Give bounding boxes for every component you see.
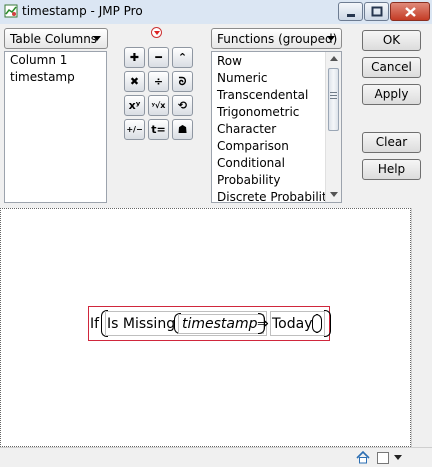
today-function[interactable]: Today: [272, 316, 313, 332]
window-title: timestamp - JMP Pro: [22, 4, 143, 18]
list-item[interactable]: Discrete Probability: [212, 189, 341, 202]
apply-button[interactable]: Apply: [362, 84, 421, 105]
list-item[interactable]: Column 1: [5, 52, 106, 69]
is-missing-function[interactable]: Is Missing: [107, 316, 175, 332]
minimize-button[interactable]: [338, 2, 363, 21]
list-item[interactable]: Character: [212, 121, 341, 138]
close-button[interactable]: [390, 2, 430, 21]
clear-button[interactable]: Clear: [362, 132, 421, 153]
app-icon: [4, 4, 18, 18]
editor-vertical-scrollbar[interactable]: [411, 208, 432, 447]
list-item[interactable]: Transcendental: [212, 87, 341, 104]
add-button[interactable]: ✚: [124, 47, 145, 68]
scroll-up-icon[interactable]: [330, 56, 338, 61]
assign-button[interactable]: t=: [148, 119, 169, 140]
help-button[interactable]: Help: [362, 159, 421, 180]
peel-button[interactable]: ☗: [172, 119, 193, 140]
local-variable-button[interactable]: ᘐ: [172, 71, 193, 92]
functions-dropdown-label: Functions (grouped): [217, 32, 338, 46]
table-columns-dropdown[interactable]: Table Columns: [4, 28, 108, 49]
ok-button[interactable]: OK: [362, 30, 421, 51]
cancel-button[interactable]: Cancel: [362, 57, 421, 78]
functions-list[interactable]: Row Numeric Transcendental Trigonometric…: [211, 51, 342, 203]
close-icon: [405, 7, 416, 17]
status-bar: [0, 447, 432, 467]
dropdown-arrow-icon[interactable]: [394, 455, 402, 460]
raise-button[interactable]: ⌃: [172, 47, 193, 68]
list-item[interactable]: Probability: [212, 172, 341, 189]
timestamp-argument[interactable]: timestamp: [182, 316, 258, 332]
functions-dropdown[interactable]: Functions (grouped): [211, 28, 342, 49]
scroll-down-icon[interactable]: [330, 192, 338, 197]
functions-scrollbar[interactable]: [325, 52, 341, 202]
title-bar: timestamp - JMP Pro: [0, 0, 432, 25]
list-item[interactable]: Comparison: [212, 138, 341, 155]
divide-button[interactable]: ÷: [148, 71, 169, 92]
list-item[interactable]: Numeric: [212, 70, 341, 87]
root-button[interactable]: ʸ√x: [148, 95, 169, 116]
then-arrow: ⇒: [257, 316, 269, 332]
red-triangle-menu-icon[interactable]: [151, 27, 162, 38]
table-columns-label: Table Columns: [10, 32, 98, 46]
if-keyword[interactable]: If: [90, 316, 99, 332]
close-paren: [316, 314, 322, 333]
checkbox-icon[interactable]: [377, 452, 389, 464]
scroll-thumb[interactable]: [328, 68, 339, 131]
subtract-button[interactable]: ━: [148, 47, 169, 68]
minimize-icon: [347, 14, 355, 17]
unary-minus-button[interactable]: +/−: [124, 119, 145, 140]
argument-box[interactable]: timestamp: [178, 314, 264, 334]
condition-box[interactable]: Is Missing timestamp: [105, 311, 267, 336]
formula-expression[interactable]: If Is Missing timestamp ⇒ Today: [88, 306, 331, 341]
power-button[interactable]: xʸ: [124, 95, 145, 116]
columns-list[interactable]: Column 1 timestamp: [4, 51, 107, 203]
maximize-button[interactable]: [364, 2, 389, 21]
swap-button[interactable]: ⟲: [172, 95, 193, 116]
list-item[interactable]: Row: [212, 53, 341, 70]
grip-icon: [330, 92, 337, 93]
list-item[interactable]: Trigonometric: [212, 104, 341, 121]
result-box[interactable]: Today: [270, 311, 325, 336]
list-item[interactable]: Conditional: [212, 155, 341, 172]
home-icon[interactable]: [356, 451, 370, 464]
chevron-down-icon: [93, 36, 101, 41]
close-paren: [324, 310, 331, 337]
multiply-button[interactable]: ✖: [124, 71, 145, 92]
list-item[interactable]: timestamp: [5, 69, 106, 86]
maximize-icon: [371, 6, 383, 17]
chevron-down-icon: [327, 36, 335, 41]
